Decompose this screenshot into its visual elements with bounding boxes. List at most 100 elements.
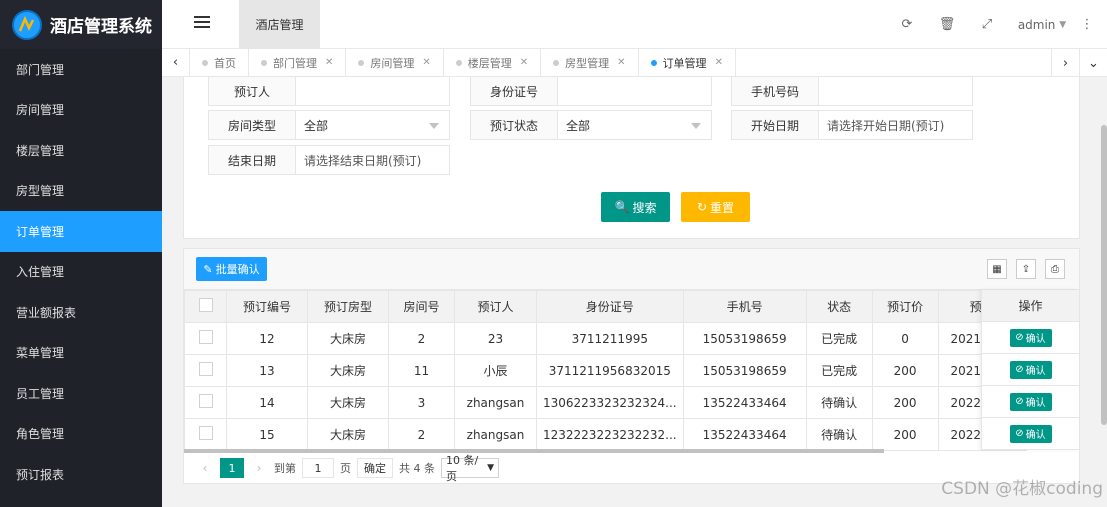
column-header[interactable]: 房间号 [388, 290, 455, 323]
column-header[interactable]: 手机号 [682, 290, 807, 323]
sidebar-item[interactable]: 菜单管理 [0, 333, 162, 374]
sidebar-item[interactable]: 入住管理 [0, 252, 162, 293]
more-icon[interactable]: ⋮ [1077, 0, 1097, 49]
tab[interactable]: 楼层管理 ✕ [444, 48, 542, 77]
scrollbar-thumb[interactable] [1101, 125, 1107, 425]
columns-filter-icon[interactable]: ▦ [987, 259, 1007, 279]
sidebar-item[interactable]: 部门管理 [0, 49, 162, 90]
tabs-dropdown-icon[interactable]: ⌄ [1079, 49, 1107, 77]
next-page-icon[interactable]: › [250, 461, 268, 475]
confirm-button[interactable]: ⊘ 确认 [1009, 328, 1052, 347]
fullscreen-icon[interactable]: ⤢ [967, 0, 1007, 49]
menu-toggle-icon[interactable] [194, 16, 210, 32]
roomtype-select[interactable]: 全部 [296, 110, 450, 140]
goto-confirm-button[interactable]: 确定 [357, 458, 393, 478]
select-all-checkbox[interactable] [198, 298, 213, 312]
header-tab[interactable]: 酒店管理 [239, 0, 320, 49]
table-row[interactable]: 13 大床房 11 小辰 3711211956832015 15053198659 已完成 2… [184, 354, 1027, 387]
chevron-down-icon: ▼ [1059, 19, 1067, 30]
table-cell: 23 [454, 322, 537, 355]
goto-page-input[interactable]: 1 [302, 458, 334, 478]
idcard-label: 身份证号 [470, 76, 558, 106]
sidebar-item[interactable]: 楼层管理 [0, 130, 162, 171]
user-name: admin [1017, 17, 1056, 32]
brand[interactable]: 酒店管理系统 [0, 0, 162, 49]
tab[interactable]: 首页 [190, 48, 249, 77]
tab-dot-icon [358, 59, 365, 66]
table-row[interactable]: 15 大床房 2 zhangsan 1232223223232232... 1352243… [184, 418, 1027, 451]
table-cell: 15053198659 [682, 322, 807, 355]
tab-dot-icon [650, 59, 657, 66]
search-icon: 🔍 [614, 200, 630, 214]
page-current[interactable]: 1 [220, 458, 244, 478]
close-icon[interactable]: ✕ [325, 57, 333, 68]
tab-label: 房间管理 [370, 56, 415, 70]
page-size-select[interactable]: 10 条/页 ▼ [441, 454, 499, 483]
close-icon[interactable]: ✕ [715, 57, 723, 68]
sidebar-item[interactable]: 房间管理 [0, 90, 162, 131]
print-icon[interactable]: ⎙ [1045, 259, 1065, 279]
sidebar-item[interactable]: 订单管理 [0, 211, 162, 252]
check-circle-icon: ⊘ [1015, 396, 1024, 407]
table-cell: 大床房 [307, 354, 389, 387]
row-checkbox[interactable] [198, 362, 213, 376]
close-icon[interactable]: ✕ [617, 57, 625, 68]
idcard-input[interactable] [558, 76, 712, 106]
row-checkbox[interactable] [198, 426, 213, 440]
tab[interactable]: 订单管理 ✕ [639, 48, 736, 77]
reset-button[interactable]: ↻ 重置 [681, 192, 750, 222]
sidebar-item[interactable]: 房型管理 [0, 171, 162, 212]
user-menu[interactable]: admin ▼ [1007, 18, 1077, 32]
close-icon[interactable]: ✕ [520, 57, 528, 68]
column-header[interactable]: 预订编号 [226, 290, 308, 323]
tab[interactable]: 房间管理 ✕ [346, 48, 444, 77]
table-cell: 13 [226, 354, 308, 387]
tab[interactable]: 房型管理 ✕ [541, 48, 639, 77]
phone-input[interactable] [819, 76, 973, 106]
table-row[interactable]: 12 大床房 2 23 3711211995 15053198659 已完成 0 2021-05 [184, 322, 1027, 355]
confirm-button[interactable]: ⊘ 确认 [1009, 424, 1052, 443]
export-icon[interactable]: ⇪ [1016, 259, 1036, 279]
batch-confirm-button[interactable]: ✎ 批量确认 [196, 257, 267, 281]
tabs-left-icon[interactable]: ‹ [162, 48, 190, 77]
header: 酒店管理 ⟳ 🗑 ⤢ admin ▼ ⋮ [162, 0, 1107, 49]
table-cell: 2 [388, 322, 455, 355]
table-horizontal-scrollbar[interactable] [184, 449, 884, 453]
watermark: CSDN @花椒coding [941, 479, 1103, 499]
page-scrollbar[interactable] [1101, 77, 1107, 507]
sidebar-item[interactable]: 营业额报表 [0, 292, 162, 333]
confirm-button[interactable]: ⊘ 确认 [1009, 392, 1052, 411]
table-cell: 200 [871, 418, 939, 451]
booker-input[interactable] [296, 76, 450, 106]
tab[interactable]: 部门管理 ✕ [249, 48, 347, 77]
row-checkbox[interactable] [198, 330, 213, 344]
sidebar-item[interactable]: 角色管理 [0, 414, 162, 455]
table-toolbar: ✎ 批量确认 ▦ ⇪ ⎙ [184, 249, 1079, 290]
column-header[interactable]: 身份证号 [536, 290, 684, 323]
trash-icon[interactable]: 🗑 [927, 0, 967, 49]
sidebar-item[interactable]: 员工管理 [0, 373, 162, 414]
refresh-icon[interactable]: ⟳ [887, 0, 927, 49]
page-unit-label: 页 [340, 462, 351, 475]
status-select[interactable]: 全部 [558, 110, 712, 140]
table-row[interactable]: 14 大床房 3 zhangsan 1306223323232324... 1352243… [184, 386, 1027, 419]
confirm-button[interactable]: ⊘ 确认 [1009, 360, 1052, 379]
row-checkbox[interactable] [198, 394, 213, 408]
start-date-input[interactable]: 请选择开始日期(预订) [819, 110, 973, 140]
search-button[interactable]: 🔍 搜索 [601, 192, 670, 222]
confirm-label: 确认 [1025, 398, 1046, 409]
column-header[interactable]: 预订人 [454, 290, 537, 323]
sidebar-nav: 部门管理 房间管理 楼层管理 房型管理 订单管理 入住管理 营业额报表 菜单管理 员工管理 角色管… [0, 49, 162, 495]
column-header[interactable]: 预订价 [871, 290, 939, 323]
close-icon[interactable]: ✕ [422, 57, 430, 68]
status-field: 预订状态 全部 [470, 110, 712, 140]
prev-page-icon[interactable]: ‹ [196, 461, 214, 475]
column-header[interactable]: 状态 [805, 290, 873, 323]
sidebar-item[interactable]: 预订报表 [0, 454, 162, 495]
end-date-input[interactable]: 请选择结束日期(预订) [296, 145, 450, 175]
table-cell: 12 [226, 322, 308, 355]
table-cell: 1232223223232232... [536, 418, 684, 451]
column-header[interactable]: 预订房型 [307, 290, 389, 323]
ops-cell: ⊘ 确认 [981, 322, 1079, 354]
tabs-right-icon[interactable]: › [1051, 49, 1079, 77]
